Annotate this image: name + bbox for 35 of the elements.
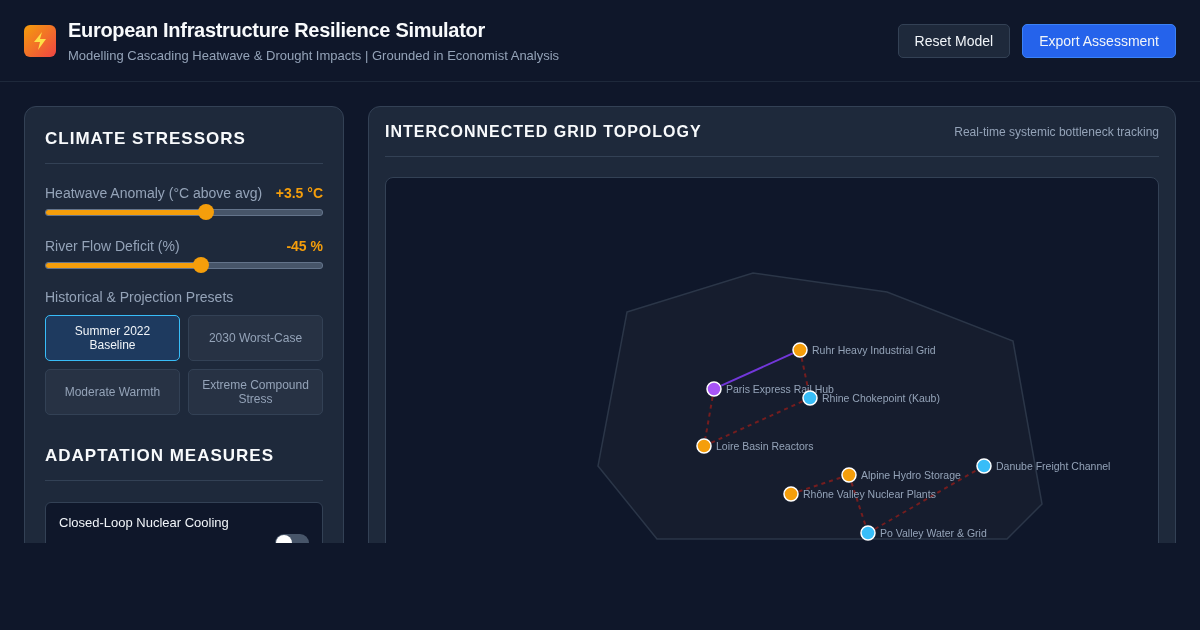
app-subtitle: Modelling Cascading Heatwave & Drought Impacts | Grounded in Economist Analysis [68,47,560,63]
reset-button[interactable]: Reset Model [897,23,1011,58]
measure-label: Closed-Loop Nuclear Cooling [59,515,229,530]
slider-thumb[interactable] [192,257,209,273]
node-marker[interactable] [841,467,857,483]
node-label: Loire Basin Reactors [716,440,814,452]
slider-thumb[interactable] [198,204,215,220]
node-marker[interactable] [706,381,722,397]
export-button[interactable]: Export Assessment [1022,23,1176,58]
node-marker[interactable] [792,342,808,358]
section-title: CLIMATE STRESSORS [45,129,247,149]
presets-label: Historical & Projection Presets [45,289,235,305]
node-marker[interactable] [783,486,799,502]
node-label: Po Valley Water & Grid [880,527,987,539]
preset-button[interactable]: 2030 Worst-Case [188,315,323,361]
section-title: ADAPTATION MEASURES [45,446,275,466]
node-label: Danube Freight Channel [996,460,1111,472]
node-label: Alpine Hydro Storage [861,469,961,481]
slider-value: -45 % [286,238,323,254]
app-title: European Infrastructure Resilience Simulator [68,18,486,42]
node-label: Ruhr Heavy Industrial Grid [812,344,936,356]
lightning-logo-icon [24,24,56,57]
slider-label: Heatwave Anomaly (°C above avg) [45,185,263,201]
preset-button[interactable]: Extreme Compound Stress [188,369,323,415]
node-label: Rhine Chokepoint (Kaub) [822,392,940,404]
node-label: Rhône Valley Nuclear Plants [803,488,936,500]
slider-label: River Flow Deficit (%) [45,238,180,254]
preset-button[interactable]: Summer 2022 Baseline [45,315,180,361]
node-marker[interactable] [976,458,992,474]
preset-button[interactable]: Moderate Warmth [45,369,180,415]
slider-value: +3.5 °C [275,185,323,201]
node-marker[interactable] [860,525,876,541]
panel-title: INTERCONNECTED GRID TOPOLOGY [385,123,702,141]
node-marker[interactable] [696,438,712,454]
panel-subtitle: Real-time systemic bottleneck tracking [954,125,1159,139]
